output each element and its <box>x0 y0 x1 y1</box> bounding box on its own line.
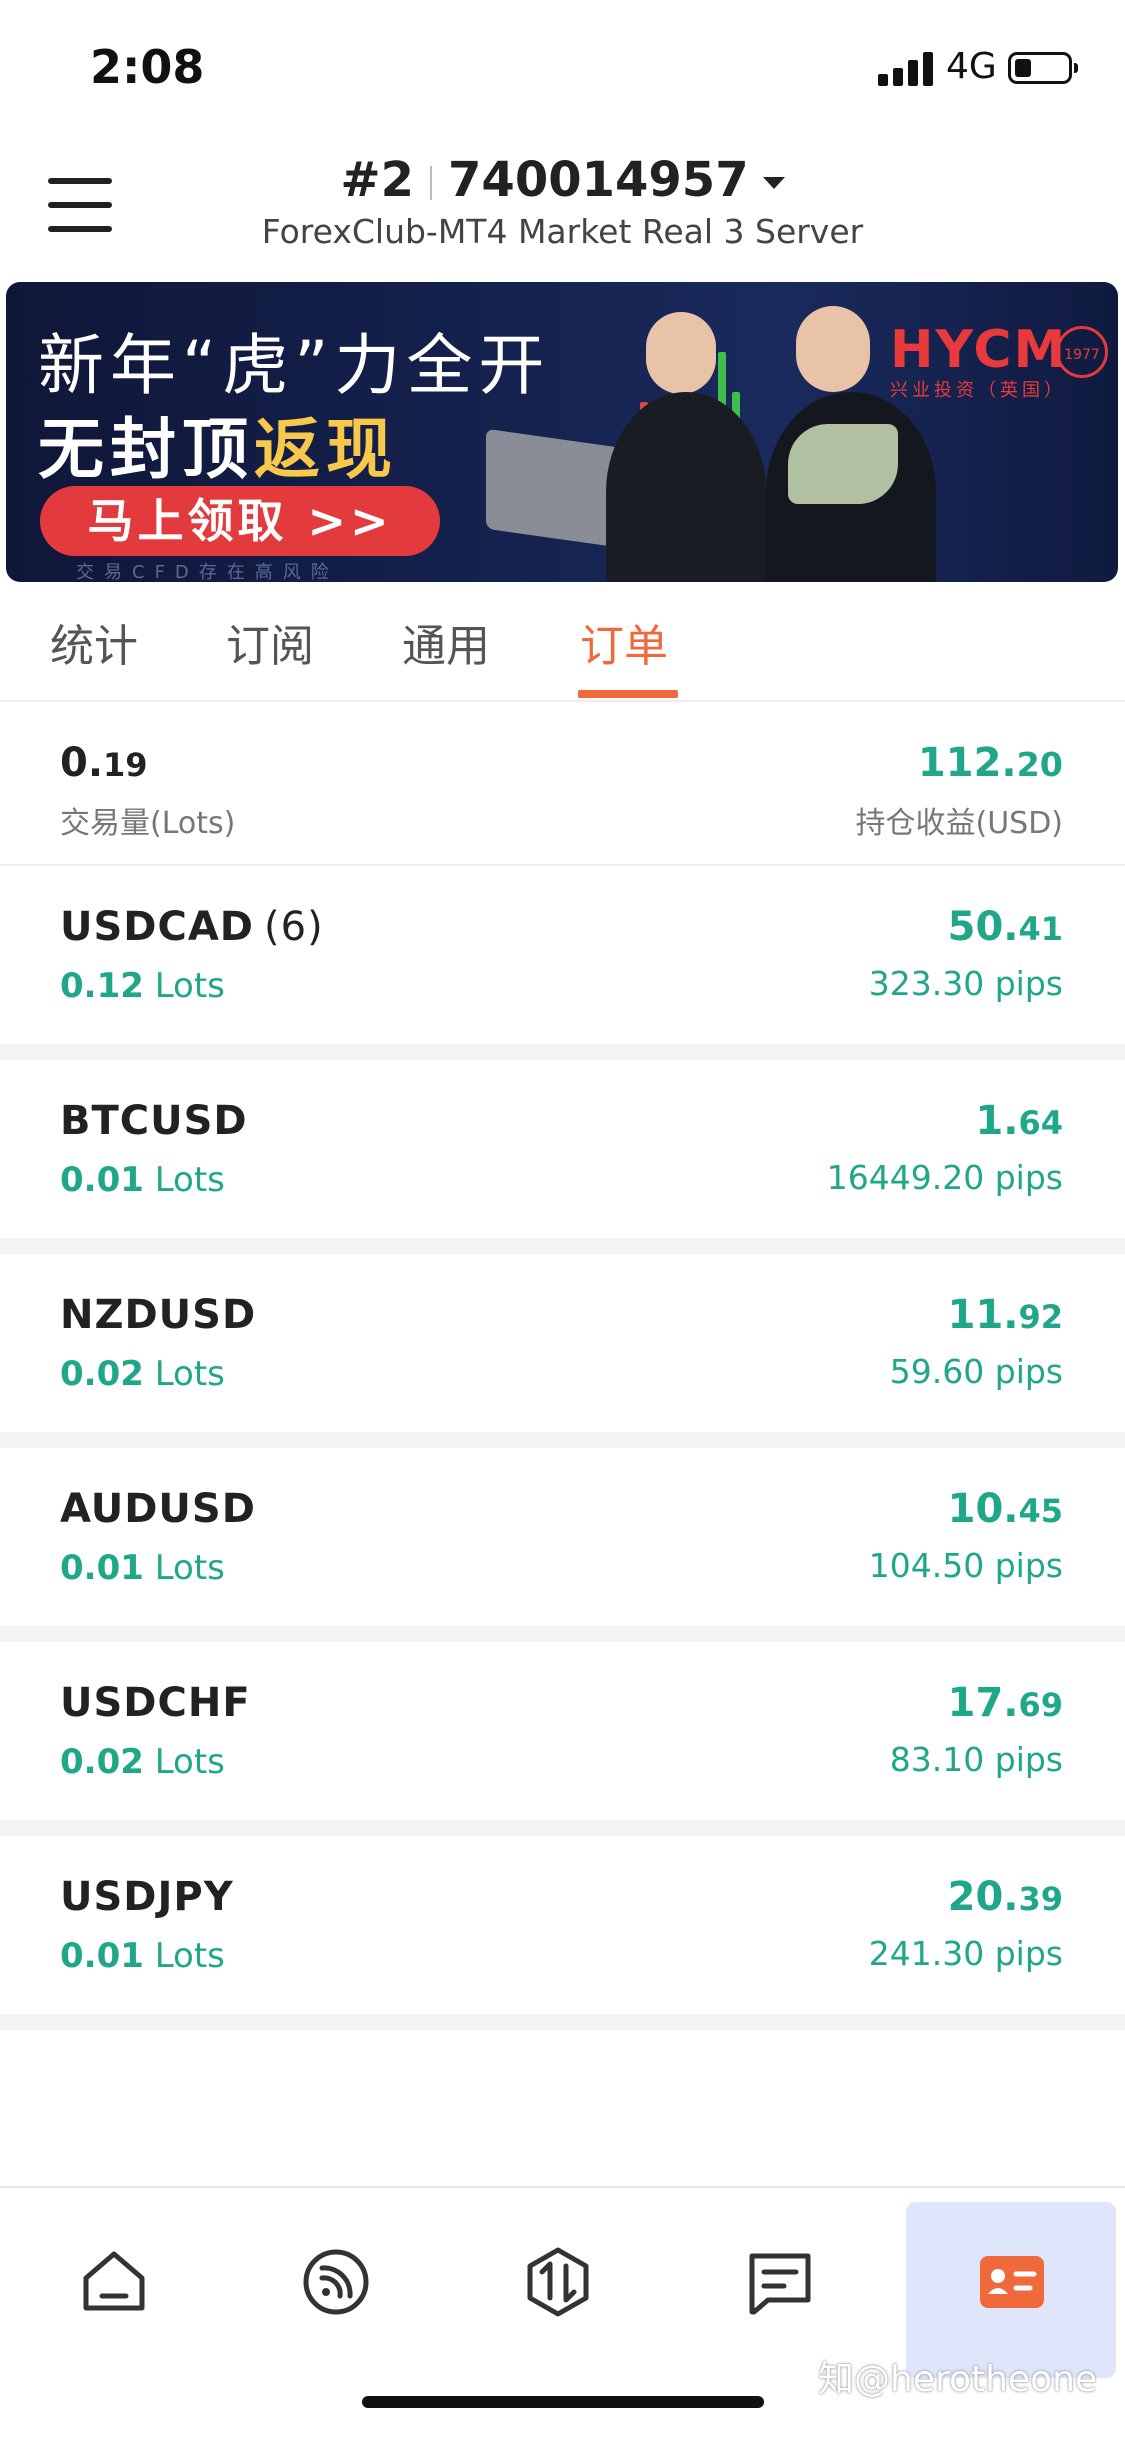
order-symbol: NZDUSD <box>60 1292 257 1338</box>
network-type: 4G <box>946 46 997 87</box>
order-profit: 50.41 <box>947 904 1063 950</box>
order-lots: 0.02 Lots <box>60 1354 225 1394</box>
message-icon <box>749 2253 811 2315</box>
nav-trade[interactable] <box>452 2202 662 2378</box>
order-symbol: USDJPY <box>60 1874 234 1920</box>
cellular-signal-icon <box>878 52 934 86</box>
nav-signals[interactable] <box>230 2202 440 2378</box>
order-row[interactable]: USDJPY 0.01 Lots 20.39 241.30 pips <box>0 1836 1125 2014</box>
account-number: 740014957 <box>448 152 749 208</box>
total-volume-label: 交易量(Lots) <box>60 806 236 841</box>
order-row[interactable]: NZDUSD 0.02 Lots 11.92 59.60 pips <box>0 1254 1125 1432</box>
order-profit: 10.45 <box>947 1486 1063 1532</box>
brand-logo: HYCM <box>890 320 1068 380</box>
account-card-icon <box>980 2256 1044 2308</box>
banner-cta-button[interactable]: 马上领取 >> <box>40 486 440 556</box>
tab-statistics[interactable]: 统计 <box>50 610 138 674</box>
open-profit-label: 持仓收益(USD) <box>855 806 1063 841</box>
nav-home[interactable] <box>8 2202 218 2378</box>
open-profit: 112.20 <box>917 740 1063 786</box>
order-pips: 323.30 pips <box>868 964 1063 1003</box>
order-pips: 16449.20 pips <box>826 1158 1063 1197</box>
order-symbol: USDCAD (6) <box>60 904 324 950</box>
total-volume: 0.19 <box>60 740 148 786</box>
dropdown-caret-icon <box>762 177 785 189</box>
server-name: ForexClub-MT4 Market Real 3 Server <box>261 212 864 251</box>
home-icon <box>83 2251 145 2311</box>
order-lots: 0.01 Lots <box>60 1548 225 1588</box>
row-separator <box>0 1432 1125 1448</box>
banner-risk-notice: 交易CFD存在高风险 <box>76 562 339 582</box>
order-lots: 0.01 Lots <box>60 1936 225 1976</box>
account-selector[interactable]: #2 740014957 <box>0 152 1125 208</box>
order-row[interactable]: USDCAD (6) 0.12 Lots 50.41 323.30 pips <box>0 866 1125 1044</box>
row-separator <box>0 1820 1125 1836</box>
order-symbol: USDCHF <box>60 1680 251 1726</box>
banner-subheadline-text: 无封顶 <box>38 411 254 488</box>
row-separator <box>0 2014 1125 2030</box>
order-profit: 1.64 <box>975 1098 1063 1144</box>
order-symbol: AUDUSD <box>60 1486 256 1532</box>
order-row[interactable]: USDCHF 0.02 Lots 17.69 83.10 pips <box>0 1642 1125 1820</box>
order-profit: 17.69 <box>947 1680 1063 1726</box>
tab-bar: 统计 订阅 通用 订单 <box>0 590 1125 702</box>
order-pips: 83.10 pips <box>889 1740 1063 1779</box>
watermark: 知@herotheone <box>818 2359 1098 2400</box>
tab-general[interactable]: 通用 <box>402 610 490 674</box>
trade-icon <box>527 2247 589 2317</box>
status-bar: 2:08 4G <box>0 0 1125 140</box>
order-pips: 241.30 pips <box>868 1934 1063 1973</box>
row-separator <box>0 1044 1125 1060</box>
brand-seal: 1977 <box>1056 326 1108 378</box>
banner-subheadline: 无封顶返现 <box>38 396 398 492</box>
row-separator <box>0 1238 1125 1254</box>
order-row[interactable]: AUDUSD 0.01 Lots 10.45 104.50 pips <box>0 1448 1125 1626</box>
row-separator <box>0 1626 1125 1642</box>
order-count: (6) <box>264 904 324 950</box>
order-lots: 0.12 Lots <box>60 966 225 1006</box>
banner-headline: 新年“虎”力全开 <box>38 327 551 404</box>
order-pips: 59.60 pips <box>889 1352 1063 1391</box>
order-lots: 0.02 Lots <box>60 1742 225 1782</box>
person-graphic <box>796 306 870 392</box>
divider <box>430 166 433 200</box>
brand-subtitle: 兴业投资（英国） <box>890 380 1066 401</box>
order-profit: 20.39 <box>947 1874 1063 1920</box>
order-profit: 11.92 <box>947 1292 1063 1338</box>
account-prefix: #2 <box>340 152 415 208</box>
money-graphic <box>788 424 898 504</box>
order-lots: 0.01 Lots <box>60 1160 225 1200</box>
tab-subscriptions[interactable]: 订阅 <box>226 610 314 674</box>
home-indicator <box>362 2396 764 2408</box>
promo-banner[interactable]: 新年“虎”力全开 无封顶返现 马上领取 >> 交易CFD存在高风险 HYCM 兴… <box>6 282 1118 582</box>
active-tab-indicator <box>578 690 678 698</box>
signal-feed-icon <box>303 2249 369 2315</box>
person-graphic <box>646 312 716 394</box>
order-pips: 104.50 pips <box>868 1546 1063 1585</box>
banner-subheadline-highlight: 返现 <box>254 411 398 488</box>
order-row[interactable]: BTCUSD 0.01 Lots 1.64 16449.20 pips <box>0 1060 1125 1238</box>
battery-icon <box>1008 52 1078 84</box>
order-symbol: BTCUSD <box>60 1098 248 1144</box>
orders-summary: 0.19 交易量(Lots) 112.20 持仓收益(USD) <box>0 718 1125 866</box>
status-time: 2:08 <box>90 40 205 94</box>
tab-orders[interactable]: 订单 <box>580 610 668 674</box>
person-graphic <box>606 392 766 582</box>
